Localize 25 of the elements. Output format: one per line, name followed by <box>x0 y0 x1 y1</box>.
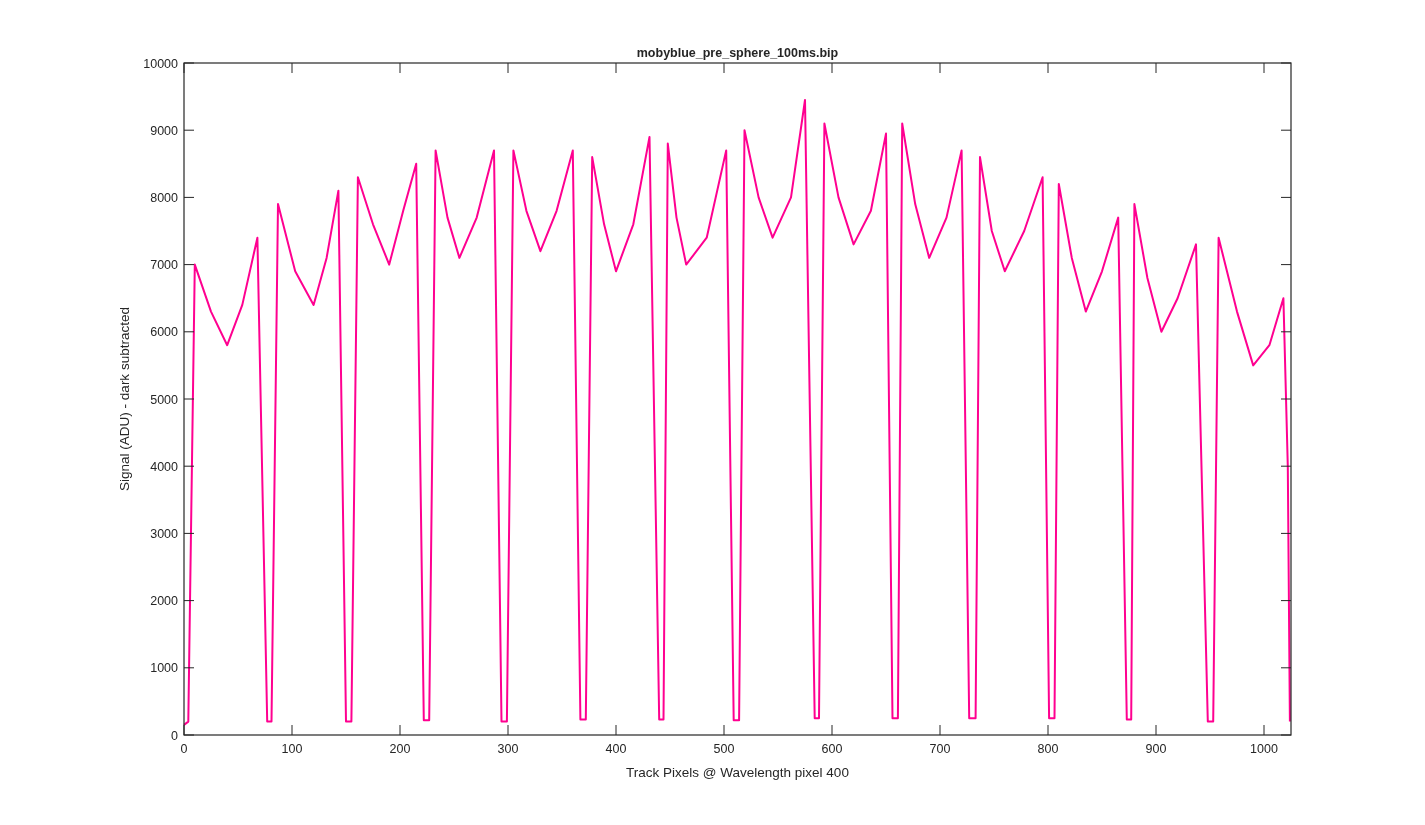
tick-label: 800 <box>1037 742 1059 756</box>
tick-label: 2000 <box>150 594 178 609</box>
axis-label: Track Pixels @ Wavelength pixel 400 <box>626 765 849 780</box>
tick-label: 500 <box>713 742 735 756</box>
tick-label: 1000 <box>150 661 178 676</box>
tick-label: 0 <box>171 728 178 743</box>
axis-label: Signal (ADU) - dark subtracted <box>117 307 132 491</box>
tick-label: 10000 <box>143 56 178 71</box>
tick-label: 6000 <box>150 325 178 340</box>
chart-title: mobyblue_pre_sphere_100ms.bip <box>636 46 839 60</box>
tick-label: 700 <box>929 742 951 756</box>
tick-label: 900 <box>1145 742 1167 756</box>
tick-label: 8000 <box>150 190 178 205</box>
tick-label: 5000 <box>150 392 178 407</box>
tick-label: 100 <box>281 742 303 756</box>
tick-label: 7000 <box>150 258 178 273</box>
tick-label: 300 <box>497 742 519 756</box>
tick-label: 400 <box>605 742 627 756</box>
tick-label: 200 <box>389 742 411 756</box>
tick-label: 1000 <box>1250 742 1278 756</box>
tick-label: 0 <box>180 742 188 756</box>
tick-label: 4000 <box>150 459 178 474</box>
tick-label: 3000 <box>150 526 178 541</box>
tick-label: 600 <box>821 742 843 756</box>
tick-label: 9000 <box>150 123 178 138</box>
